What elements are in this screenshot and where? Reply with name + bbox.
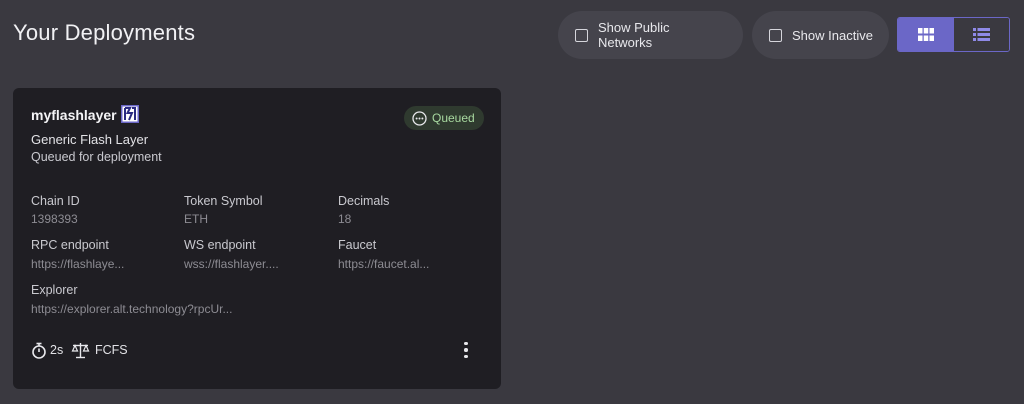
- more-options-icon: [464, 341, 468, 346]
- faucet-label: Faucet: [338, 238, 377, 252]
- sequencing-mode-value: FCFS: [95, 343, 128, 357]
- token-symbol-label: Token Symbol: [184, 194, 263, 208]
- more-options-dot: [464, 354, 468, 359]
- ws-endpoint-label: WS endpoint: [184, 238, 256, 252]
- show-public-networks-toggle[interactable]: Show Public Networks: [558, 11, 743, 59]
- flash-layer-logo-icon: [121, 105, 139, 123]
- show-public-networks-label: Show Public Networks: [597, 20, 670, 50]
- block-time-value: 2s: [50, 343, 64, 357]
- ws-endpoint-value[interactable]: wss://flashlayer....: [184, 257, 279, 271]
- deployment-status-text: Queued for deployment: [31, 150, 162, 164]
- grid-view-button[interactable]: [898, 18, 953, 51]
- faucet-value[interactable]: https://faucet.al...: [338, 257, 429, 271]
- show-inactive-toggle[interactable]: Show Inactive: [752, 11, 889, 59]
- explorer-label: Explorer: [31, 283, 78, 297]
- more-options-dot: [464, 348, 468, 352]
- rpc-endpoint-value[interactable]: https://flashlaye...: [31, 257, 124, 271]
- chain-id-label: Chain ID: [31, 194, 80, 208]
- show-inactive-label: Show Inactive: [792, 27, 873, 43]
- more-options-button[interactable]: [459, 340, 473, 360]
- rpc-endpoint-label: RPC endpoint: [31, 238, 109, 252]
- grid-icon: [917, 28, 934, 41]
- stopwatch-icon: [32, 342, 46, 359]
- deployments-page: Your Deployments Show Public Networks Sh…: [0, 0, 1024, 404]
- show-public-networks-checkbox[interactable]: [575, 28, 588, 42]
- chain-id-value: 1398393: [31, 212, 78, 226]
- deployment-card[interactable]: myflashlayer Generic Flash Layer Queued …: [13, 88, 501, 389]
- list-icon: [973, 28, 990, 41]
- decimals-value: 18: [338, 212, 352, 226]
- block-time: 2s: [31, 341, 63, 359]
- status-badge-label: Queued: [432, 111, 475, 125]
- view-mode-toggle: [897, 17, 1010, 52]
- deployment-type: Generic Flash Layer: [31, 132, 149, 147]
- sequencing-mode: FCFS: [71, 341, 128, 359]
- decimals-label: Decimals: [338, 194, 390, 208]
- queued-icon: [412, 110, 427, 126]
- scale-icon: [71, 342, 90, 358]
- list-view-button[interactable]: [953, 18, 1009, 51]
- deployment-name: myflashlayer: [31, 107, 117, 123]
- status-badge: Queued: [404, 106, 484, 130]
- token-symbol-value: ETH: [184, 212, 208, 226]
- page-title: Your Deployments: [13, 20, 196, 45]
- explorer-value[interactable]: https://explorer.alt.technology?rpcUr...: [31, 302, 232, 316]
- show-inactive-checkbox[interactable]: [769, 28, 782, 42]
